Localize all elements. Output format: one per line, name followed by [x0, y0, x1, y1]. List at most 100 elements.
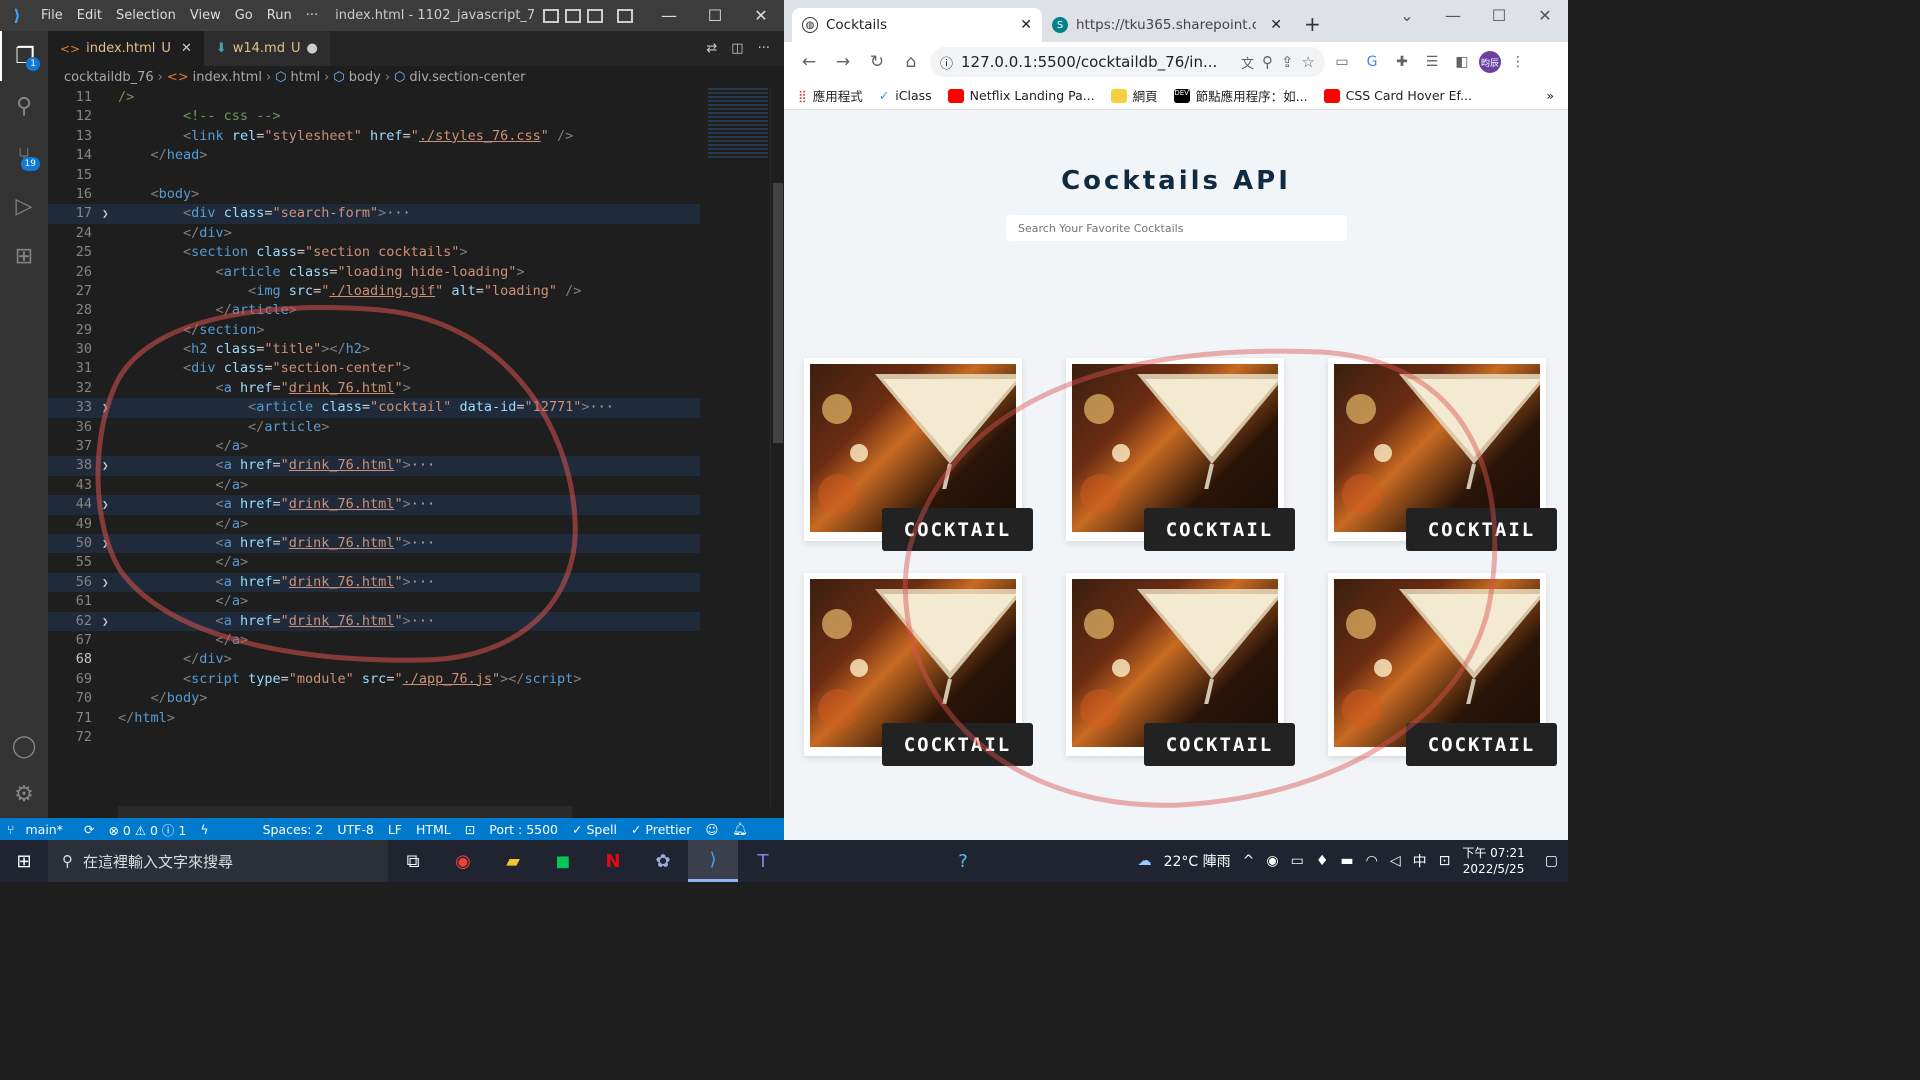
split-editor-icon[interactable]: ◫: [731, 41, 743, 56]
cocktail-name-label[interactable]: COCKTAIL: [882, 508, 1033, 551]
teams-icon[interactable]: T: [738, 840, 788, 882]
code-line[interactable]: 14 </head>: [48, 146, 700, 165]
minimize-icon[interactable]: —: [646, 6, 692, 25]
code-line[interactable]: 32 <a href="drink_76.html">: [48, 379, 700, 398]
fold-chevron-icon[interactable]: ❯: [102, 204, 109, 223]
vscode-taskbar-icon[interactable]: ⟩: [688, 840, 738, 882]
code-line[interactable]: 37 </a>: [48, 437, 700, 456]
tab-close-icon[interactable]: ✕: [1020, 17, 1032, 33]
cocktail-card[interactable]: COCKTAIL: [804, 573, 1033, 766]
maximize-icon[interactable]: ☐: [1476, 6, 1522, 25]
source-control-icon[interactable]: ⑂ 19: [0, 131, 48, 181]
settings-gear-icon[interactable]: ⚙: [0, 769, 48, 819]
close-icon[interactable]: ✕: [738, 6, 784, 25]
code-line[interactable]: 67 </a>: [48, 631, 700, 650]
toggle-sidebar-icon[interactable]: [543, 8, 560, 23]
battery-icon[interactable]: ▬: [1340, 853, 1353, 869]
side-panel-icon[interactable]: ◧: [1449, 49, 1475, 75]
code-line[interactable]: 38 ❯ <a href="drink_76.html">···: [48, 456, 700, 476]
code-line[interactable]: 13 <link rel="stylesheet" href="./styles…: [48, 127, 700, 146]
netflix-icon[interactable]: N: [588, 840, 638, 882]
tab-search-chevron-down-icon[interactable]: ⌄: [1384, 6, 1430, 25]
code-line[interactable]: 16 <body>: [48, 185, 700, 204]
bookmark-dev[interactable]: DEV 節點應用程序：如...: [1173, 86, 1308, 105]
cocktail-image[interactable]: [810, 364, 1016, 532]
tab-cocktails[interactable]: ◍ Cocktails ✕: [792, 8, 1042, 42]
fold-chevron-icon[interactable]: ❯: [102, 573, 109, 592]
chevron-up-icon[interactable]: ^: [1243, 853, 1255, 869]
code-line[interactable]: 25 <section class="section cocktails">: [48, 243, 700, 262]
code-line[interactable]: 72: [48, 728, 700, 747]
reading-list-icon[interactable]: ☰: [1419, 49, 1445, 75]
menu-go[interactable]: Go: [228, 8, 260, 23]
weather-icon[interactable]: ☁: [1138, 853, 1152, 869]
prettier-status[interactable]: ✓ Prettier: [624, 822, 698, 837]
cocktail-card[interactable]: COCKTAIL: [1328, 358, 1557, 551]
code-line[interactable]: 55 </a>: [48, 553, 700, 572]
menu-edit[interactable]: Edit: [70, 8, 109, 23]
code-line[interactable]: 62 ❯ <a href="drink_76.html">···: [48, 611, 700, 631]
toggle-panel-icon[interactable]: [565, 8, 582, 23]
spaces-status[interactable]: Spaces: 2: [256, 822, 331, 837]
code-line[interactable]: 49 </a>: [48, 515, 700, 534]
cocktail-image[interactable]: [1334, 579, 1540, 747]
volume-icon[interactable]: ◁: [1390, 853, 1401, 869]
paint-app-icon[interactable]: ✿: [638, 840, 688, 882]
cocktail-image[interactable]: [1072, 579, 1278, 747]
code-line[interactable]: 26 <article class="loading hide-loading"…: [48, 263, 700, 282]
cocktail-name-label[interactable]: COCKTAIL: [1406, 508, 1557, 551]
breadcrumb-item[interactable]: cocktaildb_76: [64, 70, 154, 85]
code-line[interactable]: 24 </div>: [48, 224, 700, 243]
menu-file[interactable]: File: [34, 8, 70, 23]
profile-avatar[interactable]: 昀辰: [1479, 51, 1501, 73]
maximize-icon[interactable]: ☐: [692, 6, 738, 25]
fold-chevron-icon[interactable]: ❯: [102, 456, 109, 475]
more-bookmarks-icon[interactable]: »: [1546, 88, 1568, 103]
extensions-puzzle-icon[interactable]: ✚: [1389, 49, 1415, 75]
cocktail-image[interactable]: [1072, 364, 1278, 532]
lightning-icon[interactable]: ϟ: [193, 822, 215, 837]
share-icon[interactable]: ⇪: [1281, 53, 1294, 71]
back-arrow-icon[interactable]: ←: [794, 47, 824, 77]
explorer-icon[interactable]: ❐ 1: [0, 31, 48, 81]
cocktail-name-label[interactable]: COCKTAIL: [1144, 508, 1295, 551]
cocktail-image[interactable]: [1334, 364, 1540, 532]
menu-selection[interactable]: Selection: [109, 8, 183, 23]
branch-status[interactable]: ⑂ main*: [0, 822, 77, 837]
info-icon[interactable]: ⓘ: [940, 53, 953, 72]
breadcrumb-item[interactable]: body: [349, 70, 381, 85]
cocktail-name-label[interactable]: COCKTAIL: [882, 723, 1033, 766]
language-status[interactable]: HTML: [409, 822, 458, 837]
chrome-menu-icon[interactable]: ⋮: [1505, 49, 1531, 75]
chrome-taskbar-icon[interactable]: ◉: [438, 840, 488, 882]
bookmark-iclass[interactable]: ✓ iClass: [879, 88, 932, 103]
bookmark-folder[interactable]: 網頁: [1110, 86, 1158, 105]
code-line[interactable]: 43 </a>: [48, 476, 700, 495]
bookmark-star-icon[interactable]: ☆: [1302, 53, 1315, 71]
tab-sharepoint[interactable]: S https://tku365.sharepoint.com/ ✕: [1042, 8, 1292, 42]
problems-status[interactable]: ⊗ 0 ⚠ 0 ⓘ 1: [101, 820, 193, 839]
fold-chevron-icon[interactable]: ❯: [102, 534, 109, 553]
address-bar[interactable]: ⓘ 127.0.0.1:5500/cocktaildb_76/in... ⽂ ⚲…: [930, 47, 1325, 77]
horizontal-scrollbar[interactable]: [118, 806, 572, 818]
live-preview-icon[interactable]: ⊡: [458, 822, 482, 837]
task-view-icon[interactable]: ⧉: [388, 840, 438, 882]
spell-status[interactable]: ✓ Spell: [565, 822, 624, 837]
tab-index-html[interactable]: <> index.html U ✕: [48, 31, 204, 66]
code-line[interactable]: 68 </div>: [48, 650, 700, 669]
weather-text[interactable]: 22°C 陣雨: [1164, 851, 1231, 871]
record-icon[interactable]: ◉: [1266, 853, 1278, 869]
search-icon[interactable]: ⚲: [0, 81, 48, 131]
toggle-secondary-sidebar-icon[interactable]: [587, 8, 604, 23]
run-debug-icon[interactable]: ▷: [0, 181, 48, 231]
ime-indicator[interactable]: 中: [1413, 851, 1427, 871]
help-icon[interactable]: ?: [938, 840, 988, 882]
encoding-status[interactable]: UTF-8: [330, 822, 380, 837]
code-line[interactable]: 30 <h2 class="title"></h2>: [48, 340, 700, 359]
line-app-icon[interactable]: ◼: [538, 840, 588, 882]
code-line[interactable]: 12 <!-- css -->: [48, 107, 700, 126]
code-line[interactable]: 29 </section>: [48, 321, 700, 340]
code-line[interactable]: 27 <img src="./loading.gif" alt="loading…: [48, 282, 700, 301]
code-line[interactable]: 11 />: [48, 88, 700, 107]
close-icon[interactable]: ✕: [1522, 6, 1568, 25]
